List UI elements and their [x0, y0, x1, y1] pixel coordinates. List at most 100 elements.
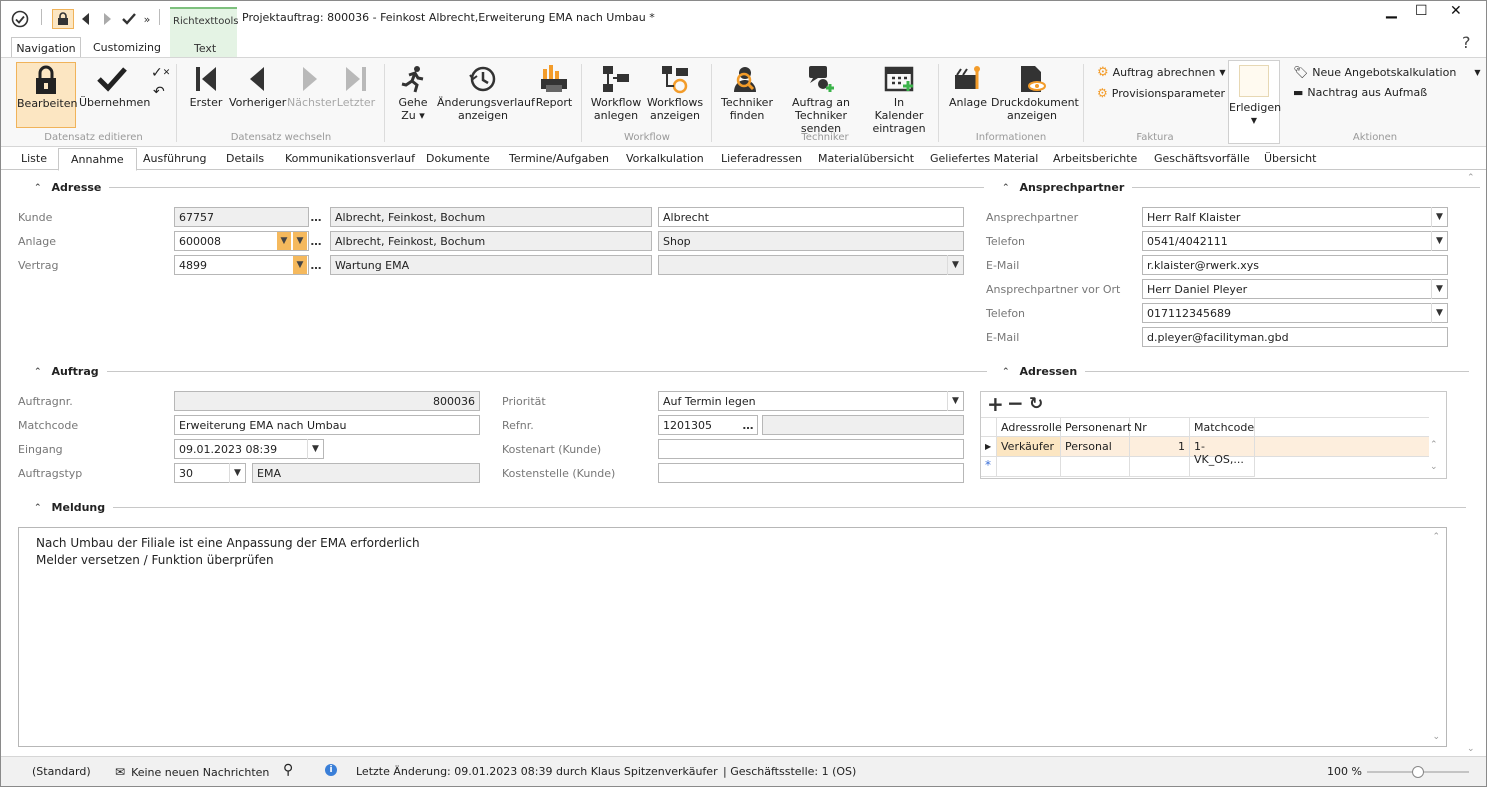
refnr-lookup-button[interactable]: … [740, 415, 756, 435]
minimize-button[interactable]: ▁ [1386, 3, 1397, 19]
scroll-up-icon[interactable]: ⌃ [1432, 532, 1440, 542]
refresh-icon[interactable]: ↻ [1029, 394, 1043, 414]
table-cell[interactable]: 1-VK_OS,... [1190, 437, 1255, 466]
lock-icon[interactable] [52, 9, 74, 29]
check-icon[interactable] [120, 9, 138, 29]
anlage-extra-field[interactable]: Shop [658, 231, 964, 251]
messages-status[interactable]: ✉ Keine neuen Nachrichten [115, 765, 269, 779]
tab-liste[interactable]: Liste [21, 151, 47, 165]
table-cell[interactable]: Verkäufer [997, 437, 1061, 457]
filter-icon[interactable]: ▼ [293, 256, 307, 274]
column-header[interactable]: Matchcode [1190, 417, 1255, 437]
techniker-finden-button[interactable]: Techniker finden [719, 62, 775, 128]
vorheriger-button[interactable]: Vorheriger [229, 62, 286, 128]
prev-icon[interactable] [80, 9, 92, 29]
table-cell[interactable]: 1 [1130, 437, 1190, 457]
kunde-lookup-button[interactable]: … [308, 207, 324, 227]
ansprechpartner-select[interactable]: Herr Ralf Klaister [1142, 207, 1448, 227]
section-ansprechpartner-header[interactable]: ⌃ Ansprechpartner [1002, 181, 1481, 194]
vertrag-name-field[interactable]: Wartung EMA [330, 255, 652, 275]
prioritaet-select[interactable]: Auf Termin legen [658, 391, 964, 411]
add-row-icon[interactable]: + [987, 394, 1004, 414]
auftrag-abrechnen-button[interactable]: ⚙ Auftrag abrechnen ▼ [1097, 65, 1226, 80]
telefon2-select[interactable]: 017112345689 [1142, 303, 1448, 323]
filter-icon[interactable]: ▼ [277, 232, 291, 250]
more-icon[interactable]: » [141, 9, 153, 29]
tab-geschaeftsvorfaelle[interactable]: Geschäftsvorfälle [1154, 151, 1250, 165]
kunde-extra-field[interactable]: Albrecht [658, 207, 964, 227]
auftragnr-field[interactable]: 800036 [174, 391, 480, 411]
tab-uebersicht[interactable]: Übersicht [1264, 151, 1316, 165]
erledigen-button[interactable]: Erledigen ▼ [1228, 60, 1281, 144]
scroll-down-icon[interactable]: ⌄ [1432, 732, 1440, 742]
tab-arbeitsberichte[interactable]: Arbeitsberichte [1053, 151, 1137, 165]
auftragstyp-name-field[interactable]: EMA [252, 463, 480, 483]
email2-field[interactable]: d.pleyer@facilityman.gbd [1142, 327, 1448, 347]
scroll-down-icon[interactable]: ⌄ [1467, 744, 1475, 754]
close-button[interactable]: ✕ [1450, 3, 1462, 19]
vertrag-extra-field[interactable] [658, 255, 964, 275]
dropdown-arrow-icon[interactable]: ▼ [307, 439, 323, 459]
auftrag-senden-button[interactable]: Auftrag an Techniker senden [777, 62, 865, 135]
tab-details[interactable]: Details [226, 151, 264, 165]
dropdown-arrow-icon[interactable]: ▼ [1431, 231, 1447, 251]
section-meldung-header[interactable]: ⌃ Meldung [34, 501, 1467, 514]
tab-annahme[interactable]: Annahme [58, 148, 137, 171]
discard-check-icon[interactable]: ✓ ✕ [151, 65, 170, 81]
undo-icon[interactable]: ↶ [153, 84, 165, 100]
column-header[interactable]: Nr [1130, 417, 1190, 437]
neue-angebotskalkulation-button[interactable]: 🏷 Neue Angebotskalkulation ▼ [1293, 65, 1480, 79]
aenderungsverlauf-button[interactable]: Änderungsverlauf anzeigen [437, 62, 535, 128]
matchcode-field[interactable]: Erweiterung EMA nach Umbau [174, 415, 480, 435]
kalender-eintragen-button[interactable]: In Kalender eintragen [868, 62, 930, 135]
dropdown-arrow-icon[interactable]: ▼ [229, 463, 245, 483]
tab-geliefertes-material[interactable]: Geliefertes Material [930, 151, 1038, 165]
zoom-slider-thumb[interactable] [1412, 766, 1424, 778]
section-adressen-header[interactable]: ⌃ Adressen [1002, 365, 1470, 378]
dropdown-arrow-icon[interactable]: ▼ [1431, 279, 1447, 299]
next-icon[interactable] [101, 9, 113, 29]
anlage-lookup-button[interactable]: … [308, 231, 324, 251]
search-icon[interactable]: ⚲ [283, 762, 293, 778]
new-row-icon[interactable]: * [981, 457, 997, 477]
kostenart-field[interactable] [658, 439, 964, 459]
page-scrollbar[interactable]: ⌃ ⌄ [1464, 171, 1478, 756]
tab-lieferadressen[interactable]: Lieferadressen [721, 151, 802, 165]
uebernehmen-button[interactable]: Übernehmen [79, 62, 150, 128]
telefon-select[interactable]: 0541/4042111 [1142, 231, 1448, 251]
scroll-up-icon[interactable]: ⌃ [1467, 173, 1475, 183]
erster-button[interactable]: Erster [185, 62, 227, 128]
workflow-anlegen-button[interactable]: Workflow anlegen [589, 62, 643, 128]
info-icon[interactable]: i [325, 764, 337, 776]
dropdown-arrow-icon[interactable]: ▼ [947, 391, 963, 411]
refnr-extra-field[interactable] [762, 415, 964, 435]
layout-status[interactable]: (Standard) [32, 765, 91, 778]
new-row-cell[interactable] [997, 457, 1061, 477]
table-cell[interactable]: Personal [1061, 437, 1130, 457]
dropdown-arrow-icon[interactable]: ▼ [1431, 303, 1447, 323]
remove-row-icon[interactable]: − [1007, 393, 1024, 413]
kunde-name-field[interactable]: Albrecht, Feinkost, Bochum [330, 207, 652, 227]
tab-navigation[interactable]: Navigation [11, 37, 81, 58]
report-button[interactable]: Report [533, 62, 575, 128]
anlage-button[interactable]: Anlage [947, 62, 989, 128]
tab-materialuebersicht[interactable]: Materialübersicht [818, 151, 914, 165]
tab-kommunikationsverlauf[interactable]: Kommunikationsverlauf [285, 151, 415, 165]
check-circle-icon[interactable] [9, 9, 31, 29]
anlage-name-field[interactable]: Albrecht, Feinkost, Bochum [330, 231, 652, 251]
column-header[interactable]: Personenart [1061, 417, 1131, 437]
druckdokument-button[interactable]: Druckdokument anzeigen [991, 62, 1079, 128]
tab-text[interactable]: Text [194, 42, 216, 55]
tab-dokumente[interactable]: Dokumente [426, 151, 490, 165]
bearbeiten-button[interactable]: Bearbeiten [16, 62, 77, 128]
eingang-datetime-field[interactable]: 09.01.2023 08:39 [174, 439, 324, 459]
workflows-anzeigen-button[interactable]: Workflows anzeigen [646, 62, 704, 128]
maximize-button[interactable]: ☐ [1415, 3, 1428, 19]
kunde-nr-field[interactable]: 67757 [174, 207, 309, 227]
email-field[interactable]: r.klaister@rwerk.xys [1142, 255, 1448, 275]
tab-customizing[interactable]: Customizing [91, 37, 163, 58]
tab-ausfuehrung[interactable]: Ausführung [143, 151, 207, 165]
column-header[interactable]: Adressrolle [997, 417, 1062, 437]
tab-vorkalkulation[interactable]: Vorkalkulation [626, 151, 704, 165]
dropdown-arrow-icon[interactable]: ▼ [947, 255, 963, 275]
